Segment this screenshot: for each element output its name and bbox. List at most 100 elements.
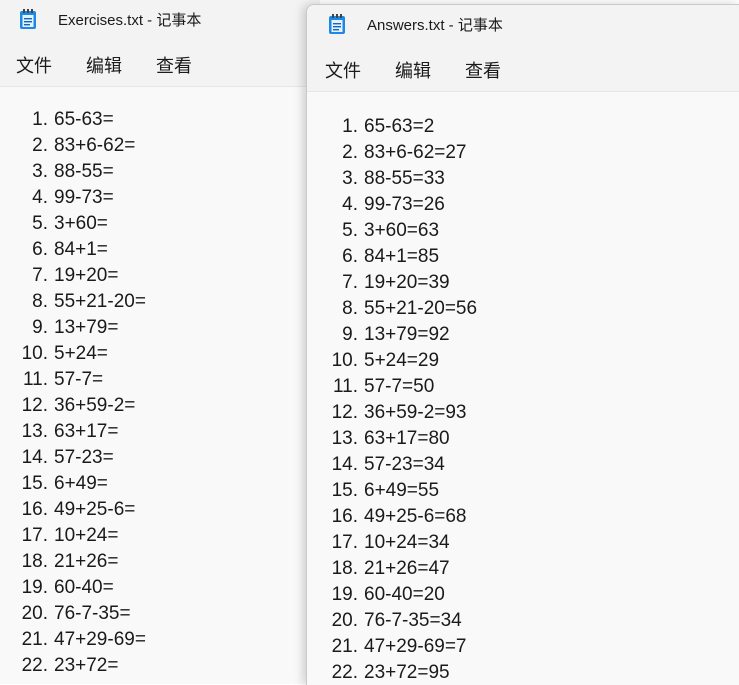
notepad-icon [329,14,345,34]
line-text: 3+60= [54,213,108,234]
line-number: 14. [21,447,48,468]
line-text: 36+59-2=93 [364,402,467,423]
text-line: 10. 5+24= [20,343,108,365]
line-number: 19. [21,577,48,598]
menu-edit[interactable]: 编辑 [395,57,431,83]
title-bar[interactable]: Answers.txt - 记事本 [307,5,739,45]
line-number: 20. [331,610,358,631]
line-text: 63+17=80 [364,428,450,449]
line-text: 65-63=2 [364,116,435,137]
text-line: 16. 49+25-6= [20,499,136,521]
answers-window: Answers.txt - 记事本 文件 编辑 查看 1. 65-63=2 2. 83… [306,4,739,685]
line-text: 23+72= [54,655,119,676]
line-number: 18. [331,558,358,579]
line-text: 21+26= [54,551,119,572]
line-number: 17. [21,525,48,546]
text-line: 14. 57-23=34 [330,454,445,476]
line-number: 11. [22,369,48,390]
text-line: 8. 55+21-20=56 [330,298,477,320]
line-text: 57-23= [54,447,114,468]
line-number: 1. [342,116,358,137]
line-text: 5+24=29 [364,350,440,371]
line-text: 6+49= [54,473,108,494]
menu-view[interactable]: 查看 [156,52,192,78]
line-number: 5. [32,213,48,234]
text-line: 19. 60-40= [20,577,114,599]
line-number: 16. [21,499,48,520]
text-line: 6. 84+1= [20,239,108,261]
title-bar[interactable]: Exercises.txt - 记事本 [0,0,320,40]
menu-bar: 文件 编辑 查看 [307,45,739,92]
line-text: 84+1= [54,239,108,260]
notepad-icon [20,9,36,29]
line-text: 88-55= [54,161,114,182]
line-text: 99-73=26 [364,194,445,215]
line-number: 21. [21,629,48,650]
line-text: 84+1=85 [364,246,440,267]
line-text: 83+6-62= [54,135,136,156]
line-number: 13. [21,421,48,442]
line-text: 23+72=95 [364,662,450,683]
line-number: 6. [342,246,358,267]
line-text: 57-23=34 [364,454,445,475]
line-text: 60-40=20 [364,584,445,605]
line-number: 4. [32,187,48,208]
menu-file[interactable]: 文件 [325,57,361,83]
text-line: 21. 47+29-69= [20,629,146,651]
line-number: 11. [332,376,358,397]
line-text: 76-7-35= [54,603,131,624]
line-number: 3. [32,161,48,182]
line-text: 47+29-69=7 [364,636,467,657]
menu-view[interactable]: 查看 [465,57,501,83]
line-text: 5+24= [54,343,108,364]
text-line: 16. 49+25-6=68 [330,506,467,528]
line-number: 16. [331,506,358,527]
text-line: 9. 13+79=92 [330,324,449,346]
line-text: 10+24=34 [364,532,450,553]
line-number: 22. [331,662,358,683]
line-number: 2. [342,142,358,163]
line-number: 9. [32,317,48,338]
line-text: 55+21-20=56 [364,298,478,319]
line-text: 36+59-2= [54,395,136,416]
text-line: 7. 19+20=39 [330,272,450,294]
text-line: 19. 60-40=20 [330,584,445,606]
text-line: 8. 55+21-20= [20,291,146,313]
line-text: 76-7-35=34 [364,610,462,631]
menu-file[interactable]: 文件 [16,52,52,78]
line-number: 12. [21,395,48,416]
line-text: 55+21-20= [54,291,146,312]
line-number: 7. [342,272,358,293]
line-text: 19+20=39 [364,272,450,293]
text-line: 13. 63+17= [20,421,119,443]
line-text: 57-7= [54,369,104,390]
text-line: 2. 83+6-62= [20,135,135,157]
line-text: 57-7=50 [364,376,435,397]
line-number: 22. [21,655,48,676]
line-number: 15. [331,480,358,501]
text-line: 1. 65-63= [20,109,114,131]
text-line: 21. 47+29-69=7 [330,636,467,658]
text-line: 9. 13+79= [20,317,118,339]
text-line: 12. 36+59-2= [20,395,136,417]
line-number: 19. [331,584,358,605]
text-line: 22. 23+72=95 [330,662,450,684]
window-title: Exercises.txt - 记事本 [58,12,202,29]
menu-bar: 文件 编辑 查看 [0,40,320,87]
line-number: 17. [331,532,358,553]
text-line: 17. 10+24=34 [330,532,450,554]
text-line: 11. 57-7= [20,369,103,391]
line-number: 18. [21,551,48,572]
line-text: 21+26=47 [364,558,450,579]
line-number: 12. [331,402,358,423]
line-number: 8. [342,298,358,319]
text-editor-area[interactable]: 1. 65-63=2 2. 83+6-62=27 3. 88-55=33 4. 99-73=2… [307,92,739,685]
text-editor-area[interactable]: 1. 65-63= 2. 83+6-62= 3. 88-55= 4. 99-73= 5. 3+60… [0,87,320,684]
line-number: 15. [21,473,48,494]
text-line: 7. 19+20= [20,265,118,287]
line-text: 60-40= [54,577,114,598]
line-number: 10. [331,350,358,371]
text-line: 20. 76-7-35=34 [330,610,462,632]
line-text: 63+17= [54,421,119,442]
menu-edit[interactable]: 编辑 [86,52,122,78]
